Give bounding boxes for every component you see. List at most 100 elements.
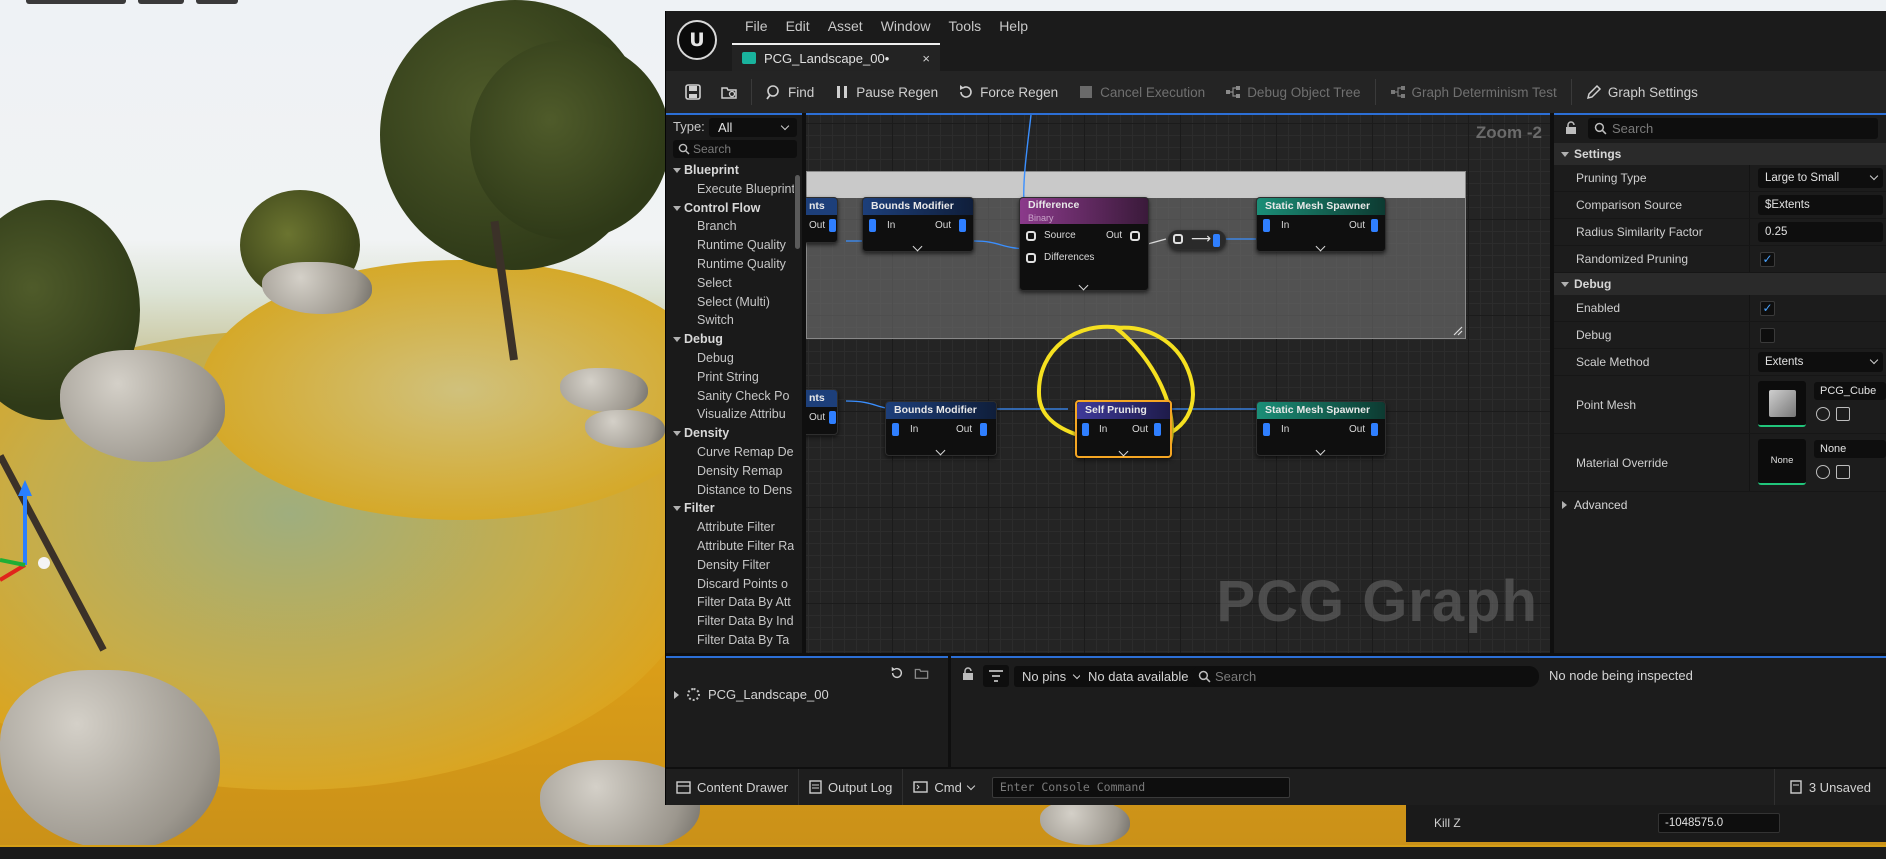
inspector-search[interactable] (1191, 666, 1539, 687)
palette-item[interactable]: Discard Points o (666, 575, 794, 594)
static-mesh-spawner-node[interactable]: Static Mesh Spawner In Out (1256, 401, 1386, 456)
input-pin[interactable] (1082, 423, 1089, 436)
scale-method-dropdown[interactable]: Extents (1758, 352, 1883, 372)
debug-section-header[interactable]: Debug (1554, 273, 1886, 295)
use-selected-icon[interactable] (1816, 465, 1830, 479)
palette-item[interactable]: Print String (666, 368, 794, 387)
details-search-input[interactable] (1612, 118, 1862, 139)
material-override-thumbnail[interactable]: None (1758, 439, 1806, 485)
debug-checkbox[interactable] (1760, 328, 1775, 343)
use-selected-icon[interactable] (1816, 407, 1830, 421)
output-pin[interactable] (1154, 423, 1161, 436)
radius-similarity-field[interactable]: 0.25 (1758, 222, 1883, 242)
comparison-source-field[interactable]: $Extents (1758, 195, 1883, 215)
save-button[interactable] (676, 76, 710, 108)
output-pin[interactable] (829, 219, 836, 232)
type-filter-dropdown[interactable]: All (709, 118, 797, 137)
source-pin[interactable] (1026, 231, 1036, 241)
pins-dropdown[interactable]: No pins (1014, 666, 1089, 687)
expand-chevron-icon[interactable] (1118, 446, 1128, 457)
palette-category[interactable]: Control Flow (666, 199, 794, 218)
output-log-button[interactable]: Output Log (799, 769, 904, 805)
point-mesh-thumbnail[interactable] (1758, 381, 1806, 427)
material-override-asset-picker[interactable]: None (1814, 440, 1886, 458)
palette-item[interactable]: Switch (666, 311, 794, 330)
expand-chevron-icon[interactable] (935, 445, 946, 456)
cmd-dropdown[interactable]: Cmd (903, 769, 983, 805)
input-pin[interactable] (892, 423, 899, 436)
bounds-modifier-node[interactable]: Bounds Modifier In Out (862, 197, 974, 252)
differences-pin[interactable] (1026, 253, 1036, 263)
console-command-input[interactable] (992, 777, 1289, 797)
reroute-node[interactable]: ⟶ (1168, 230, 1226, 250)
unreal-logo-icon[interactable]: U (677, 20, 717, 60)
content-drawer-button[interactable]: Content Drawer (666, 769, 800, 805)
palette-item[interactable]: Sanity Check Po (666, 387, 794, 406)
output-pin[interactable] (1371, 219, 1378, 232)
lock-icon[interactable] (1564, 121, 1578, 135)
palette-item[interactable]: Visualize Attribu (666, 405, 794, 424)
document-tab[interactable]: PCG_Landscape_00• × (732, 43, 940, 71)
inspector-search-input[interactable] (1215, 666, 1525, 687)
find-button[interactable]: Find (757, 76, 823, 108)
self-pruning-node[interactable]: Self Pruning In Out (1075, 400, 1172, 458)
palette-search[interactable] (673, 140, 797, 158)
menu-help[interactable]: Help (990, 15, 1037, 37)
input-pin[interactable] (869, 219, 876, 232)
cancel-execution-button[interactable]: Cancel Execution (1069, 76, 1214, 108)
palette-category[interactable]: Blueprint (666, 161, 794, 180)
details-search[interactable] (1588, 118, 1878, 139)
debug-object-tree-button[interactable]: Debug Object Tree (1216, 76, 1369, 108)
palette-category[interactable]: Filter (666, 499, 794, 518)
partial-node-bottom[interactable]: nts Out (806, 389, 838, 435)
output-pin[interactable] (1371, 423, 1378, 436)
filter-button[interactable] (983, 665, 1009, 687)
menu-tools[interactable]: Tools (940, 15, 991, 37)
pruning-type-dropdown[interactable]: Large to Small (1758, 168, 1883, 188)
palette-item[interactable]: Attribute Filter (666, 518, 794, 537)
static-mesh-spawner-node[interactable]: Static Mesh Spawner In Out (1256, 197, 1386, 252)
refresh-icon[interactable] (890, 666, 904, 680)
palette-item[interactable]: Select (666, 274, 794, 293)
enabled-checkbox[interactable]: ✓ (1760, 301, 1775, 316)
kill-z-field[interactable]: -1048575.0 (1658, 813, 1780, 833)
viewport-toolbar-chip[interactable] (138, 0, 184, 4)
input-pin[interactable] (1263, 423, 1270, 436)
output-pin[interactable] (980, 423, 987, 436)
output-pin[interactable] (1130, 231, 1140, 241)
force-regen-button[interactable]: Force Regen (949, 76, 1067, 108)
browse-asset-icon[interactable] (1836, 407, 1850, 421)
browse-button[interactable] (712, 76, 746, 108)
menu-edit[interactable]: Edit (777, 15, 819, 37)
reroute-input-pin[interactable] (1173, 234, 1183, 244)
palette-item[interactable]: Attribute Filter Ra (666, 537, 794, 556)
palette-item[interactable]: Density Remap (666, 462, 794, 481)
transform-gizmo-icon[interactable] (0, 470, 60, 590)
palette-item[interactable]: Runtime Quality (666, 255, 794, 274)
graph-canvas[interactable]: nts Out Bounds Modifier In Out Difference… (806, 113, 1550, 653)
expand-chevron-icon[interactable] (1315, 445, 1326, 456)
palette-item[interactable]: Debug (666, 349, 794, 368)
palette-item[interactable]: Filter Data By Att (666, 593, 794, 612)
viewport-toolbar-chip[interactable] (196, 0, 238, 4)
graph-determinism-test-button[interactable]: Graph Determinism Test (1381, 76, 1566, 108)
palette-item[interactable]: Filter Data By Ind (666, 612, 794, 631)
palette-search-input[interactable] (693, 140, 793, 158)
menu-asset[interactable]: Asset (819, 15, 872, 37)
output-pin[interactable] (829, 411, 836, 424)
graph-settings-button[interactable]: Graph Settings (1577, 76, 1707, 108)
expand-chevron-icon[interactable] (912, 241, 923, 252)
debug-tree-item[interactable]: PCG_Landscape_00 (674, 687, 829, 702)
palette-category[interactable]: Debug (666, 330, 794, 349)
reroute-output-pin[interactable] (1213, 234, 1220, 247)
palette-item[interactable]: Branch (666, 217, 794, 236)
palette-scrollbar[interactable] (795, 175, 800, 249)
randomized-pruning-checkbox[interactable]: ✓ (1760, 252, 1775, 267)
menu-window[interactable]: Window (872, 15, 940, 37)
bounds-modifier-node[interactable]: Bounds Modifier In Out (885, 401, 997, 456)
close-tab-icon[interactable]: × (922, 51, 930, 66)
settings-section-header[interactable]: Settings (1554, 143, 1886, 165)
unlock-icon[interactable] (961, 667, 975, 681)
palette-item[interactable]: Execute Blueprint (666, 180, 794, 199)
folder-search-icon[interactable] (914, 666, 929, 680)
